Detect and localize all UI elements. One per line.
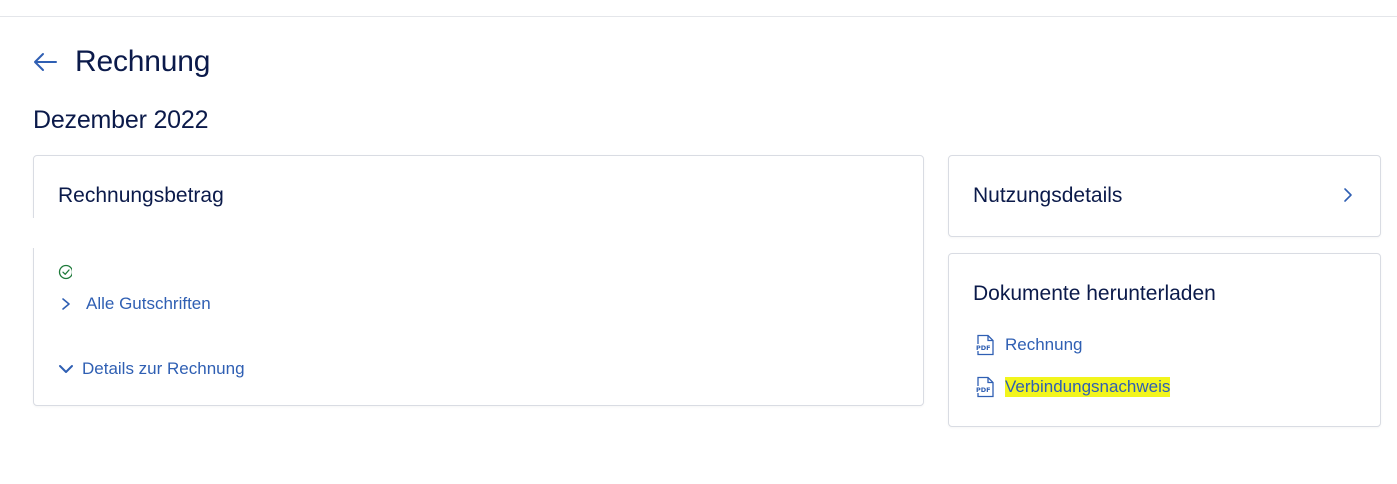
svg-text:PDF: PDF [976, 344, 991, 352]
top-divider [0, 16, 1397, 17]
invoice-amount-heading: Rechnungsbetrag [58, 184, 224, 207]
chevron-right-icon [62, 298, 70, 310]
pdf-icon: PDF [975, 376, 994, 398]
all-credits-label: Alle Gutschriften [86, 294, 211, 313]
redaction-mask [26, 218, 146, 248]
download-connection-record-label: Verbindungsnachweis [1005, 377, 1171, 397]
page-header: Rechnung [30, 42, 210, 82]
download-connection-record-link[interactable]: PDF Verbindungsnachweis [974, 376, 1171, 398]
all-credits-link[interactable]: Alle Gutschriften [60, 294, 211, 314]
chevron-down-icon [59, 365, 73, 373]
invoice-details-toggle[interactable]: Details zur Rechnung [58, 359, 245, 379]
chevron-right-icon [1344, 188, 1352, 202]
redaction-mask [72, 259, 392, 277]
arrow-left-icon [34, 53, 57, 71]
page-title: Rechnung [75, 45, 211, 78]
documents-heading: Dokumente herunterladen [973, 282, 1216, 305]
documents-download-card: Dokumente herunterladen PDF Rechnung PDF… [948, 253, 1381, 427]
back-button[interactable] [30, 47, 60, 77]
download-invoice-pdf-link[interactable]: PDF Rechnung [974, 334, 1083, 356]
invoice-amount-card: Rechnungsbetrag 13 b Alle Gutschriften D… [26, 155, 924, 406]
usage-details-heading: Nutzungsdetails [973, 184, 1123, 207]
invoice-details-label: Details zur Rechnung [82, 359, 245, 378]
usage-details-card[interactable]: Nutzungsdetails [948, 155, 1381, 237]
download-invoice-label: Rechnung [1005, 335, 1083, 354]
svg-text:PDF: PDF [976, 386, 991, 394]
billing-month: Dezember 2022 [33, 106, 209, 134]
pdf-icon: PDF [975, 334, 994, 356]
